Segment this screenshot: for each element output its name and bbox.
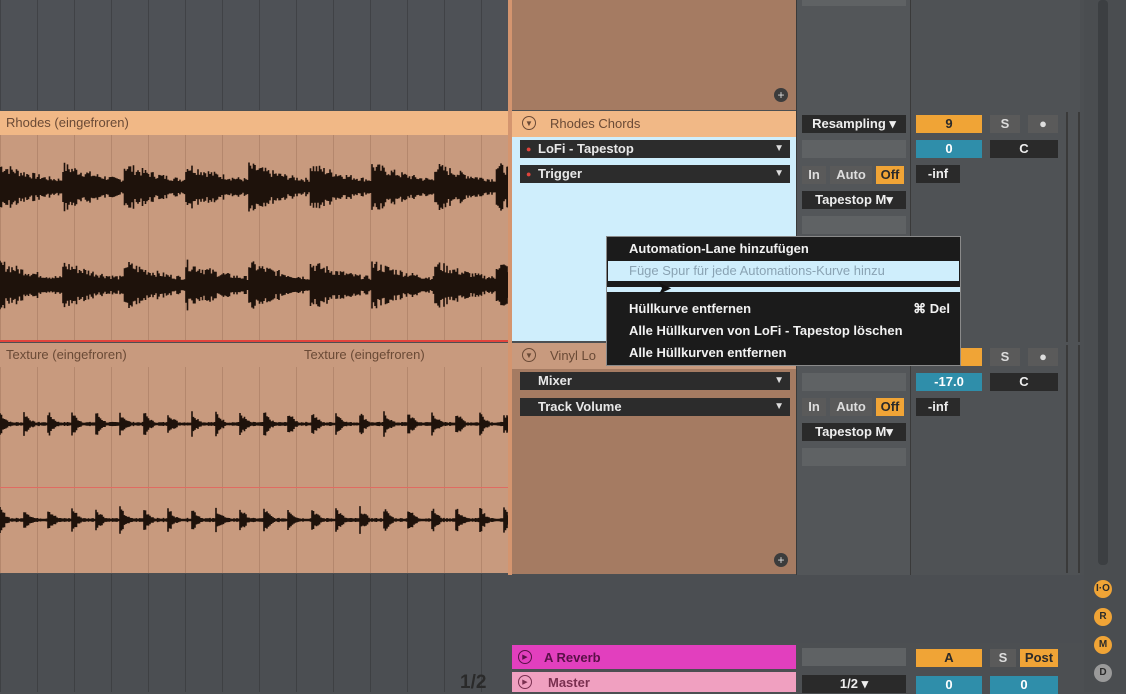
level-meter bbox=[1066, 112, 1080, 342]
master-volume-right[interactable]: 0 bbox=[990, 676, 1058, 694]
master-volume-left[interactable]: 0 bbox=[916, 676, 982, 694]
track-headers-bottom bbox=[510, 575, 1100, 643]
play-icon[interactable]: ▶ bbox=[518, 675, 532, 689]
menu-item-clear-device-envelopes[interactable]: Alle Hüllkurven von LoFi - Tapestop lösc… bbox=[629, 323, 903, 338]
chevron-down-icon: ▼ bbox=[774, 143, 784, 154]
vinyl-solo-button[interactable]: S bbox=[990, 348, 1020, 366]
input-channel-chooser[interactable] bbox=[802, 140, 906, 158]
delay-toggle-icon[interactable]: D bbox=[1094, 664, 1112, 682]
master-name: Master bbox=[548, 675, 590, 690]
master-output-label: 1/2 bbox=[839, 676, 858, 691]
monitor-in-button[interactable]: In bbox=[802, 166, 826, 184]
monitor-auto-button[interactable]: Auto bbox=[830, 166, 872, 184]
texture-clip-header[interactable]: Texture (eingefroren) Texture (eingefror… bbox=[0, 343, 510, 367]
input-type-chooser[interactable]: Resampling ▾ bbox=[802, 115, 906, 133]
master-track-header[interactable]: ▶ Master bbox=[512, 672, 796, 692]
add-device-icon[interactable]: + bbox=[774, 553, 788, 567]
pan-field[interactable]: C bbox=[990, 140, 1058, 158]
vinyl-output-chooser[interactable]: Tapestop M▾ bbox=[802, 423, 906, 441]
vinyl-volume-field[interactable]: -17.0 bbox=[916, 373, 982, 391]
rhodes-track-title-bar: ▼ Rhodes Chords bbox=[512, 111, 796, 137]
add-device-icon[interactable]: + bbox=[774, 88, 788, 102]
device-dot-icon: ● bbox=[526, 144, 532, 154]
volume-field[interactable]: 0 bbox=[916, 140, 982, 158]
a-reverb-solo-button[interactable]: S bbox=[990, 649, 1016, 667]
solo-button[interactable]: S bbox=[990, 115, 1020, 133]
chevron-down-icon: ▼ bbox=[774, 375, 784, 386]
master-output-chooser[interactable]: 1/2 ▾ bbox=[802, 675, 906, 693]
output-label: Tapestop M bbox=[815, 192, 887, 207]
a-reverb-io-slot bbox=[802, 648, 906, 666]
menu-shortcut: ⌘ Del bbox=[913, 301, 950, 316]
texture-clip-title-1: Texture (eingefroren) bbox=[6, 347, 127, 362]
chevron-down-icon: ▼ bbox=[774, 401, 784, 412]
menu-item-clear-all-envelopes[interactable]: Alle Hüllkurven entfernen bbox=[629, 345, 786, 360]
vinyl-input-chooser[interactable] bbox=[802, 373, 906, 391]
io-toggle-icon[interactable]: I·O bbox=[1094, 580, 1112, 598]
scrollbar-thumb[interactable] bbox=[1098, 0, 1108, 565]
rhodes-clip-title: Rhodes (eingefroren) bbox=[6, 115, 129, 130]
returns-toggle-icon[interactable]: R bbox=[1094, 608, 1112, 626]
vinyl-device-label: Mixer bbox=[538, 373, 572, 388]
rhodes-clip-waveform[interactable] bbox=[0, 135, 510, 341]
device-chooser-label: LoFi - Tapestop bbox=[538, 141, 634, 156]
vinyl-track-name[interactable]: Vinyl Lo bbox=[550, 348, 596, 363]
output-channel-chooser[interactable] bbox=[802, 216, 906, 234]
arm-button[interactable]: ● bbox=[1028, 115, 1058, 133]
rhodes-clip-header[interactable]: Rhodes (eingefroren) bbox=[0, 111, 510, 135]
texture-automation-line bbox=[0, 487, 510, 488]
mixer-toggle-icon[interactable]: M bbox=[1094, 636, 1112, 654]
waveform-path bbox=[0, 259, 510, 311]
vinyl-pan-field[interactable]: C bbox=[990, 373, 1058, 391]
top-track-header[interactable]: + bbox=[512, 0, 796, 110]
texture-clip-waveform[interactable] bbox=[0, 367, 510, 573]
vinyl-parameter-label: Track Volume bbox=[538, 399, 622, 414]
page-indicator: 1/2 bbox=[460, 672, 487, 693]
mouse-cursor-icon: ➤ bbox=[657, 278, 673, 298]
vinyl-peak-value: -inf bbox=[916, 398, 960, 416]
vinyl-output-label: Tapestop M bbox=[815, 424, 887, 439]
arrangement-top-area bbox=[0, 0, 510, 110]
vinyl-device-chooser[interactable]: Mixer ▼ bbox=[520, 372, 790, 390]
peak-meter-value: -inf bbox=[916, 165, 960, 183]
param-dot-icon: ● bbox=[526, 169, 532, 179]
play-icon[interactable]: ▶ bbox=[518, 650, 532, 664]
rhodes-waveform-svg bbox=[0, 162, 510, 311]
rhodes-track-name[interactable]: Rhodes Chords bbox=[550, 116, 640, 131]
waveform-path bbox=[0, 506, 510, 534]
a-reverb-name: A Reverb bbox=[544, 650, 601, 665]
level-meter bbox=[1066, 345, 1080, 573]
post-button[interactable]: Post bbox=[1020, 649, 1058, 667]
waveform-path bbox=[0, 411, 510, 437]
texture-clip-title-2: Texture (eingefroren) bbox=[304, 347, 425, 362]
rhodes-clip-border bbox=[0, 340, 510, 342]
device-chooser[interactable]: ● LoFi - Tapestop ▼ bbox=[520, 140, 790, 158]
vinyl-monitor-in-button[interactable]: In bbox=[802, 398, 826, 416]
arrangement-bottom-area bbox=[0, 574, 510, 692]
menu-item-add-automation-lane[interactable]: Automation-Lane hinzufügen bbox=[629, 241, 809, 256]
input-type-label: Resampling bbox=[812, 116, 886, 131]
menu-item-remove-envelope[interactable]: Hüllkurve entfernen bbox=[629, 301, 751, 316]
vinyl-track-header[interactable]: ▼ Vinyl Lo Mixer ▼ Track Volume ▼ + bbox=[512, 343, 796, 574]
vinyl-output-channel[interactable] bbox=[802, 448, 906, 466]
vinyl-arm-button[interactable]: ● bbox=[1028, 348, 1058, 366]
context-menu: Automation-Lane hinzufügen Füge Spur für… bbox=[606, 236, 961, 366]
output-chooser[interactable]: Tapestop M▾ bbox=[802, 191, 906, 209]
parameter-chooser-label: Trigger bbox=[538, 166, 583, 181]
menu-item-add-lane-per-curve[interactable]: Füge Spur für jede Automations-Kurve hin… bbox=[629, 263, 885, 278]
io-top-slot bbox=[802, 0, 906, 6]
texture-waveform-svg bbox=[0, 411, 510, 534]
vinyl-monitor-auto-button[interactable]: Auto bbox=[830, 398, 872, 416]
chevron-down-icon: ▼ bbox=[774, 168, 784, 179]
parameter-chooser[interactable]: ● Trigger ▼ bbox=[520, 165, 790, 183]
fold-icon[interactable]: ▼ bbox=[522, 348, 536, 362]
fold-icon[interactable]: ▼ bbox=[522, 116, 536, 130]
vinyl-parameter-chooser[interactable]: Track Volume ▼ bbox=[520, 398, 790, 416]
a-reverb-track-header[interactable]: ▶ A Reverb bbox=[512, 645, 796, 669]
track-number[interactable]: 9 bbox=[916, 115, 982, 133]
vinyl-monitor-off-button[interactable]: Off bbox=[876, 398, 904, 416]
waveform-path bbox=[0, 162, 510, 212]
send-letter[interactable]: A bbox=[916, 649, 982, 667]
monitor-off-button[interactable]: Off bbox=[876, 166, 904, 184]
